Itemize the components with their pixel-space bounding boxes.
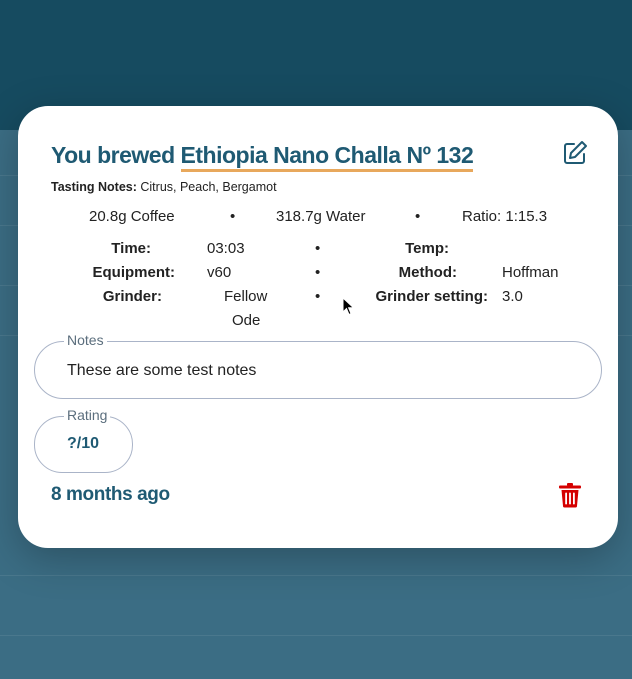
method-label: Method: [398, 264, 457, 281]
tasting-notes: Tasting Notes: Citrus, Peach, Bergamot [51, 180, 277, 194]
background-nav [0, 0, 632, 10]
brew-detail-modal: You brewed Ethiopia Nano Challa Nº 132 T… [18, 106, 618, 548]
notes-field[interactable]: Notes These are some test notes [34, 332, 602, 399]
title-prefix: You brewed [51, 142, 175, 168]
notes-value: These are some test notes [67, 362, 257, 379]
grinder-value-line1: Fellow [224, 288, 268, 305]
water-amount: 318.7g Water [276, 208, 366, 225]
pencil-square-icon [564, 141, 587, 164]
equipment-value: v60 [207, 264, 232, 281]
brew-stats-row: 20.8g Coffee • 318.7g Water • Ratio: 1:1… [18, 208, 618, 228]
background-row-divider [0, 635, 632, 636]
tasting-notes-label: Tasting Notes: [51, 180, 137, 194]
rating-value: ?/10 [67, 435, 100, 452]
rating-field[interactable]: Rating ?/10 [34, 407, 133, 473]
grinder-setting-label: Grinder setting: [375, 288, 488, 305]
separator-dot: • [315, 240, 321, 257]
separator-dot: • [415, 208, 421, 225]
separator-dot: • [230, 208, 236, 225]
time-label: Time: [111, 240, 151, 257]
trash-icon [559, 483, 581, 508]
grinder-setting-value: 3.0 [502, 288, 523, 305]
separator-dot: • [315, 264, 321, 281]
coffee-amount: 20.8g Coffee [89, 208, 175, 225]
method-value: Hoffman [502, 264, 559, 281]
brew-ratio: Ratio: 1:15.3 [462, 208, 548, 225]
delete-button[interactable] [558, 482, 582, 508]
grinder-value-line2: Ode [232, 312, 261, 329]
rating-legend: Rating [64, 407, 111, 423]
separator-dot: • [315, 288, 321, 305]
tasting-notes-value: Citrus, Peach, Bergamot [140, 180, 277, 194]
modal-title: You brewed Ethiopia Nano Challa Nº 132 [51, 142, 474, 172]
background-row-divider [0, 575, 632, 576]
equipment-label: Equipment: [92, 264, 176, 281]
bean-name-link[interactable]: Ethiopia Nano Challa Nº 132 [180, 142, 474, 172]
time-value: 03:03 [207, 240, 245, 257]
mouse-cursor-icon [342, 297, 355, 316]
temp-label: Temp: [405, 240, 449, 257]
grinder-label: Grinder: [102, 288, 162, 305]
notes-legend: Notes [64, 332, 107, 348]
brew-time-ago: 8 months ago [51, 484, 170, 505]
edit-button[interactable] [561, 139, 589, 167]
